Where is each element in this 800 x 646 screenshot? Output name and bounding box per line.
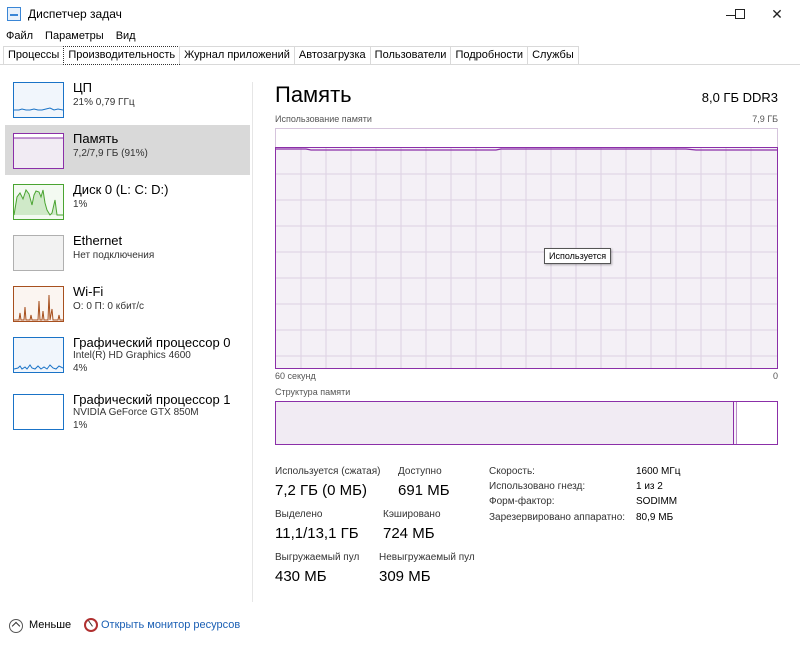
memory-mini-graph xyxy=(13,133,64,169)
ethernet-mini-graph xyxy=(13,235,64,271)
sidebar-item-sub: О: 0 П: 0 кбит/с xyxy=(73,301,145,312)
paged-pool-label: Выгружаемый пул xyxy=(275,552,360,563)
gpu0-mini-graph xyxy=(13,337,64,373)
sidebar-item-memory[interactable]: Память 7,2/7,9 ГБ (91%) xyxy=(5,125,250,175)
usage-graph-max: 7,9 ГБ xyxy=(752,114,778,124)
menu-file[interactable]: Файл xyxy=(0,29,39,46)
resource-sidebar: ЦП 21% 0,79 ГГц Память 7,2/7,9 ГБ (91%) … xyxy=(0,74,252,604)
sidebar-item-sub: NVIDIA GeForce GTX 850M xyxy=(73,407,199,418)
usage-tooltip: Используется xyxy=(544,248,612,264)
tab-services[interactable]: Службы xyxy=(527,46,579,64)
committed-value: 11,1/13,1 ГБ xyxy=(275,525,359,542)
in-use-label: Используется (сжатая) xyxy=(275,466,381,477)
sidebar-item-disk[interactable]: Диск 0 (L: C: D:) 1% xyxy=(5,176,250,226)
menu-view[interactable]: Вид xyxy=(110,29,142,46)
sidebar-item-sub: Intel(R) HD Graphics 4600 xyxy=(73,350,191,361)
page-title: Память xyxy=(275,82,352,107)
sidebar-item-wifi[interactable]: Wi-Fi О: 0 П: 0 кбит/с xyxy=(5,278,250,328)
sidebar-item-label: Wi-Fi xyxy=(73,284,104,299)
tab-details[interactable]: Подробности xyxy=(450,46,529,64)
sidebar-item-usage: 1% xyxy=(73,420,88,431)
available-label: Доступно xyxy=(398,466,442,477)
nonpaged-pool-value: 309 МБ xyxy=(379,568,431,585)
maximize-button[interactable] xyxy=(727,0,753,28)
sidebar-item-sub: Нет подключения xyxy=(73,250,155,261)
close-icon: ✕ xyxy=(771,5,783,22)
chevron-up-icon[interactable] xyxy=(9,619,23,633)
available-value: 691 МБ xyxy=(398,482,450,499)
detail-value: 1 из 2 xyxy=(636,481,663,492)
detail-label: Зарезервировано аппаратно: xyxy=(489,512,626,523)
maximize-icon xyxy=(735,9,745,19)
detail-label: Использовано гнезд: xyxy=(489,481,586,492)
menu-bar: Файл Параметры Вид xyxy=(0,28,800,46)
detail-label: Форм-фактор: xyxy=(489,496,555,507)
tab-startup[interactable]: Автозагрузка xyxy=(293,46,371,64)
tab-users[interactable]: Пользователи xyxy=(369,46,452,64)
memory-composition-bar xyxy=(275,401,778,445)
sidebar-item-label: Память xyxy=(73,131,119,146)
committed-label: Выделено xyxy=(275,509,323,520)
task-manager-icon xyxy=(7,7,21,21)
nonpaged-pool-label: Невыгружаемый пул xyxy=(379,552,475,563)
cached-value: 724 МБ xyxy=(383,525,435,542)
usage-grid xyxy=(276,148,777,368)
memory-usage-graph-frame: Используется xyxy=(275,128,778,369)
menu-options[interactable]: Параметры xyxy=(39,29,110,46)
title-bar: Диспетчер задач ✕ xyxy=(0,0,800,28)
gpu1-mini-graph xyxy=(13,394,64,430)
usage-graph-label: Использование памяти xyxy=(275,114,372,124)
tab-bar: Процессы Производительность Журнал прило… xyxy=(0,45,800,65)
sidebar-item-ethernet[interactable]: Ethernet Нет подключения xyxy=(5,227,250,277)
paged-pool-value: 430 МБ xyxy=(275,568,327,585)
open-resource-monitor-link[interactable]: Открыть монитор ресурсов xyxy=(101,619,240,631)
tab-processes[interactable]: Процессы xyxy=(3,46,65,64)
tab-performance[interactable]: Производительность xyxy=(63,46,181,65)
fewer-details-button[interactable]: Меньше xyxy=(29,619,71,631)
disk-mini-graph xyxy=(13,184,64,220)
sidebar-item-cpu[interactable]: ЦП 21% 0,79 ГГц xyxy=(5,74,250,124)
sidebar-item-label: Графический процессор 1 xyxy=(73,392,231,407)
sidebar-item-label: ЦП xyxy=(73,80,92,95)
composition-label: Структура памяти xyxy=(275,387,351,397)
sidebar-item-gpu0[interactable]: Графический процессор 0 Intel(R) HD Grap… xyxy=(5,329,250,379)
cached-label: Кэшировано xyxy=(383,509,441,520)
memory-panel: Память 8,0 ГБ DDR3 Использование памяти … xyxy=(275,74,785,604)
in-use-value: 7,2 ГБ (0 МБ) xyxy=(275,482,367,499)
sidebar-item-gpu1[interactable]: Графический процессор 1 NVIDIA GeForce G… xyxy=(5,386,250,436)
detail-value: 80,9 МБ xyxy=(636,512,674,523)
tab-app-history[interactable]: Журнал приложений xyxy=(179,46,295,64)
sidebar-item-usage: 4% xyxy=(73,363,88,374)
memory-usage-graph: Используется xyxy=(275,147,778,369)
cpu-mini-graph xyxy=(13,82,64,118)
close-button[interactable]: ✕ xyxy=(754,0,800,28)
sidebar-item-label: Диск 0 (L: C: D:) xyxy=(73,182,169,197)
sidebar-item-sub: 1% xyxy=(73,199,88,210)
time-axis-right: 0 xyxy=(772,371,778,381)
memory-spec: 8,0 ГБ DDR3 xyxy=(701,90,778,105)
composition-in-use xyxy=(276,402,734,444)
resource-monitor-icon[interactable] xyxy=(84,618,98,632)
detail-label: Скорость: xyxy=(489,466,535,477)
composition-modified xyxy=(734,402,737,444)
sidebar-item-sub: 7,2/7,9 ГБ (91%) xyxy=(73,148,148,159)
bottom-bar: Меньше Открыть монитор ресурсов xyxy=(0,610,800,646)
detail-value: SODIMM xyxy=(636,496,678,507)
window-title: Диспетчер задач xyxy=(28,7,122,21)
sidebar-item-label: Ethernet xyxy=(73,233,123,248)
sidebar-item-sub: 21% 0,79 ГГц xyxy=(73,97,135,108)
sidebar-item-label: Графический процессор 0 xyxy=(73,335,231,350)
wifi-mini-graph xyxy=(13,286,64,322)
time-axis-left: 60 секунд xyxy=(275,371,316,381)
sidebar-divider xyxy=(252,82,253,602)
detail-value: 1600 МГц xyxy=(636,466,681,477)
